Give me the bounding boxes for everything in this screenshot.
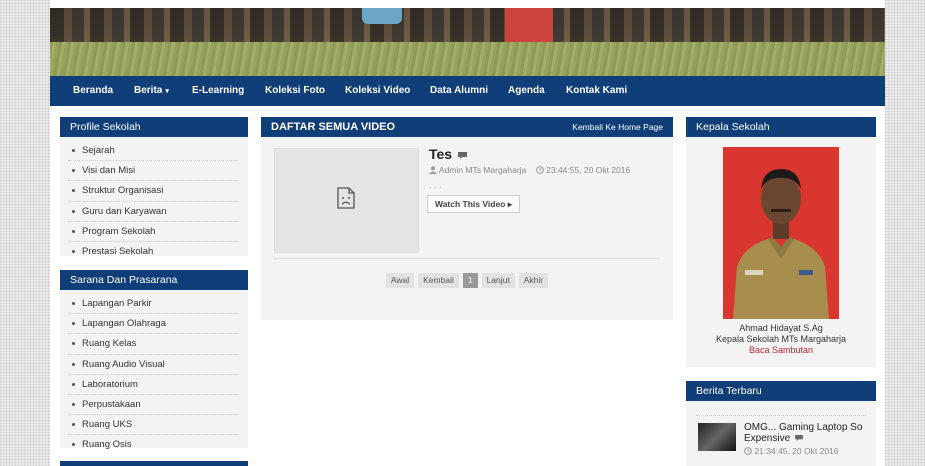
profile-item-visi-misi[interactable]: Visi dan Misi	[68, 161, 238, 182]
divider	[274, 258, 660, 259]
news-date: 21:34:45, 20 Okt 2016	[744, 446, 839, 456]
video-meta: Admin MTs Margaharja 23:44:55, 20 Okt 20…	[429, 165, 630, 175]
video-thumbnail[interactable]	[274, 148, 419, 253]
video-datetime: 23:44:55, 20 Okt 2016	[546, 165, 631, 175]
pagination-akhir[interactable]: Akhir	[518, 273, 549, 288]
banner-crowd	[50, 8, 885, 42]
sarana-prasarana-box: Sarana Dan Prasarana Lapangan Parkir Lap…	[60, 270, 248, 450]
broken-image-icon	[337, 187, 355, 209]
nav-koleksi-video[interactable]: Koleksi Video	[345, 76, 410, 106]
profile-item-struktur[interactable]: Struktur Organisasi	[68, 181, 238, 202]
video-list-header: DAFTAR SEMUA VIDEO Kembali Ke Home Page	[261, 117, 673, 137]
read-welcome-link[interactable]: Baca Sambutan	[686, 345, 876, 356]
profile-item-prestasi[interactable]: Prestasi Sekolah	[68, 242, 238, 261]
profile-item-sejarah[interactable]: Sejarah	[68, 141, 238, 162]
sarana-item-audio-visual[interactable]: Ruang Audio Visual	[68, 355, 238, 375]
profile-sekolah-title: Profile Sekolah	[60, 117, 248, 137]
pagination-kembali[interactable]: Kembali	[418, 273, 459, 288]
video-title-text: Tes	[429, 146, 453, 162]
nav-beranda[interactable]: Beranda	[73, 76, 113, 106]
header-banner-photo	[50, 8, 885, 76]
video-list-title: DAFTAR SEMUA VIDEO	[271, 121, 396, 133]
sarana-item-kelas[interactable]: Ruang Kelas	[68, 334, 238, 355]
video-title[interactable]: Tes	[429, 146, 467, 162]
page-container: Beranda Berita ▾ E-Learning Koleksi Foto …	[50, 0, 885, 466]
video-list-body: Tes Admin MTs Margaharja 23:44:55, 20 Ok…	[261, 137, 673, 320]
watch-video-button[interactable]: Watch This Video ▸	[427, 195, 520, 213]
sarana-prasarana-list: Lapangan Parkir Lapangan Olahraga Ruang …	[60, 290, 248, 455]
clock-icon	[535, 166, 544, 174]
principal-portrait	[723, 147, 839, 319]
pagination-current-page[interactable]: 1	[462, 273, 478, 288]
sarana-item-parkir[interactable]: Lapangan Parkir	[68, 294, 238, 315]
sarana-prasarana-title: Sarana Dan Prasarana	[60, 270, 248, 290]
sarana-item-osis[interactable]: Ruang Osis	[68, 435, 238, 454]
principal-name: Ahmad Hidayat S.Ag	[739, 323, 823, 333]
comment-icon	[457, 151, 467, 159]
news-datetime: 21:34:45, 20 Okt 2016	[754, 446, 839, 456]
chevron-down-icon: ▾	[165, 88, 169, 95]
video-author: Admin MTs Margaharja	[438, 165, 527, 175]
nav-koleksi-foto[interactable]: Koleksi Foto	[265, 76, 325, 106]
pagination-lanjut[interactable]: Lanjut	[481, 273, 515, 288]
news-title-text: OMG... Gaming Laptop So Expensive	[744, 422, 863, 444]
pagination-awal[interactable]: Awal	[385, 273, 415, 288]
nav-kontak-kami[interactable]: Kontak Kami	[566, 76, 627, 106]
main-navbar: Beranda Berita ▾ E-Learning Koleksi Foto …	[50, 76, 885, 106]
nav-berita-label: Berita	[134, 85, 163, 96]
news-thumbnail[interactable]	[698, 423, 736, 451]
video-excerpt: . . .	[429, 180, 442, 190]
nav-agenda[interactable]: Agenda	[508, 76, 545, 106]
sarana-item-uks[interactable]: Ruang UKS	[68, 415, 238, 436]
profile-item-guru[interactable]: Guru dan Karyawan	[68, 202, 238, 222]
next-box-header	[60, 461, 248, 466]
nav-elearning[interactable]: E-Learning	[192, 76, 244, 106]
banner-red-flag	[505, 8, 553, 42]
news-title[interactable]: OMG... Gaming Laptop So Expensive	[744, 422, 869, 444]
sarana-item-perpustakaan[interactable]: Perpustakaan	[68, 395, 238, 416]
clock-icon	[744, 447, 752, 455]
principal-role: Kepala Sekolah MTs Margaharja	[715, 334, 847, 344]
principal-photo	[723, 147, 839, 319]
berita-terbaru-title: Berita Terbaru	[686, 381, 876, 401]
profile-item-program[interactable]: Program Sekolah	[68, 222, 238, 242]
profile-sekolah-box: Profile Sekolah Sejarah Visi dan Misi St…	[60, 117, 248, 257]
sarana-item-olahraga[interactable]: Lapangan Olahraga	[68, 314, 238, 335]
banner-grass	[50, 42, 885, 76]
comment-icon	[795, 435, 803, 442]
pagination: Awal Kembali 1 Lanjut Akhir	[261, 273, 673, 288]
user-icon	[429, 166, 437, 174]
banner-blue-hat	[362, 8, 402, 24]
nav-berita[interactable]: Berita ▾	[134, 76, 169, 107]
kepala-sekolah-title: Kepala Sekolah	[686, 117, 876, 137]
sarana-item-laboratorium[interactable]: Laboratorium	[68, 375, 238, 395]
back-home-link[interactable]: Kembali Ke Home Page	[572, 117, 663, 137]
berita-terbaru-box: OMG... Gaming Laptop So Expensive 21:34:…	[686, 401, 876, 466]
kepala-sekolah-box: Ahmad Hidayat S.Ag Kepala Sekolah MTs Ma…	[686, 137, 876, 367]
nav-data-alumni[interactable]: Data Alumni	[430, 76, 488, 106]
profile-sekolah-list: Sejarah Visi dan Misi Struktur Organisas…	[60, 137, 248, 261]
news-divider	[696, 415, 866, 416]
